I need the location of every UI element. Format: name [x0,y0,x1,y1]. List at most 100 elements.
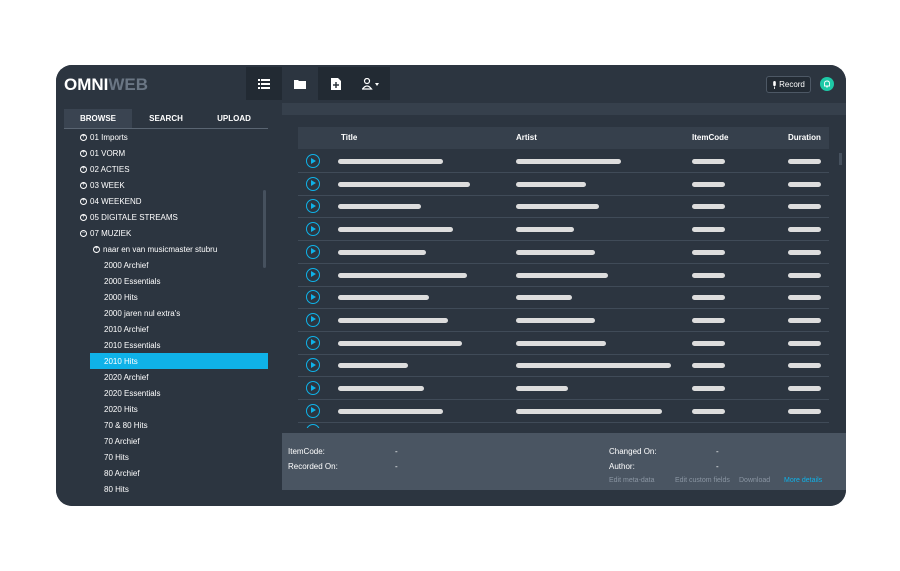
tree-item[interactable]: +03 WEEK [80,177,125,193]
duration-placeholder [788,272,821,278]
expand-icon[interactable]: + [80,213,87,221]
tab-search[interactable]: SEARCH [132,109,200,128]
col-artist[interactable]: Artist [516,133,537,142]
folder-button[interactable] [282,67,318,100]
edit-custom-fields-link[interactable]: Edit custom fields [675,477,730,484]
tree-item[interactable]: 2020 Hits [104,401,138,417]
tree-item-label: 2000 Hits [104,292,138,302]
tree-item[interactable]: 2000 Archief [104,257,148,273]
tree-item[interactable]: 2020 Essentials [104,385,160,401]
tree-item[interactable]: + naar en van musicmaster stubru [93,241,217,257]
table-scrollbar[interactable] [839,153,842,165]
artist-placeholder [516,317,595,323]
sidebar-scrollbar[interactable] [263,190,266,268]
expand-icon[interactable]: + [80,149,87,157]
play-icon[interactable] [306,222,320,237]
title-placeholder [338,181,470,187]
itemcode-placeholder [692,159,725,164]
table-row[interactable] [298,309,829,332]
play-icon[interactable] [306,176,320,191]
tree-item[interactable]: +02 ACTIES [80,161,130,177]
artist-placeholder [516,386,568,391]
app-window: OMNIWEB Record BROWSE SEARCH UPLOAD +01 … [56,65,846,506]
itemcode-placeholder [692,317,725,323]
tree-item[interactable]: 2010 Archief [104,321,148,337]
notifications-button[interactable] [820,77,834,91]
play-icon[interactable] [306,335,320,350]
play-icon[interactable] [306,154,320,168]
col-title[interactable]: Title [341,133,357,142]
tree-item[interactable]: 2010 Hits [90,353,268,369]
tree-item-label: 2000 Essentials [104,276,161,286]
tree-item[interactable]: 70 Hits [104,449,129,465]
play-icon[interactable] [306,381,320,395]
itemcode-placeholder [692,204,725,210]
itemcode-placeholder [692,295,725,301]
duration-placeholder [788,386,821,391]
folder-tree: +01 Imports +01 VORM +02 ACTIES +03 WEEK +04… [56,133,268,506]
user-dropdown-icon [362,77,379,90]
table-row[interactable] [298,400,829,423]
table-row[interactable] [298,354,829,378]
tree-item[interactable]: 2020 Archief [104,369,148,385]
play-icon[interactable] [306,267,320,282]
itemcode-placeholder [692,227,725,233]
col-duration[interactable]: Duration [788,133,821,142]
tree-item[interactable]: +04 WEEKEND [80,193,142,209]
itemcode-label: ItemCode: [288,447,325,456]
play-icon[interactable] [306,290,320,305]
table-row[interactable] [298,377,829,400]
itemcode-placeholder [692,363,725,369]
table-row[interactable] [298,218,829,242]
expand-icon[interactable]: + [80,133,87,141]
play-icon[interactable] [306,358,320,373]
table-row[interactable] [298,264,829,287]
list-view-button[interactable] [246,67,282,100]
tree-item-label: 2010 Archief [104,324,149,334]
play-icon[interactable] [306,424,320,429]
sidebar: BROWSE SEARCH UPLOAD +01 Imports +01 VORM… [56,103,278,506]
table-row[interactable] [298,150,829,173]
table-row[interactable] [298,173,829,196]
tree-item-label: 80 Archief [104,468,140,478]
record-button[interactable]: Record [766,76,811,93]
tree-item[interactable]: −07 MUZIEK [80,225,131,241]
play-icon[interactable] [306,312,320,327]
tree-item[interactable]: 2000 Hits [104,289,138,305]
expand-icon[interactable]: + [93,245,100,253]
tree-item[interactable]: 2010 Essentials [104,337,160,353]
tree-item-label: 2020 Essentials [104,388,161,398]
add-file-button[interactable] [318,67,354,100]
tab-browse[interactable]: BROWSE [64,109,132,128]
download-link[interactable]: Download [739,477,770,484]
more-details-link[interactable]: More details [784,477,822,484]
collapse-icon[interactable]: − [80,229,87,237]
table-row-partial[interactable] [298,422,829,429]
col-itemcode[interactable]: ItemCode [692,133,728,142]
user-menu-button[interactable] [354,67,390,100]
tree-item[interactable]: +01 Imports [80,133,128,145]
expand-icon[interactable]: + [80,181,87,189]
tree-item[interactable]: 80 Hits [104,481,129,497]
tree-item[interactable]: 70 & 80 Hits [104,417,148,433]
tree-item[interactable]: +01 VORM [80,145,125,161]
tree-item[interactable]: 80 Archief [104,465,140,481]
table-row[interactable] [298,332,829,355]
table-row[interactable] [298,195,829,219]
edit-metadata-link[interactable]: Edit meta-data [609,477,655,484]
play-icon[interactable] [306,199,320,214]
play-icon[interactable] [306,403,320,418]
tree-item[interactable]: 2000 jaren nul extra's [104,305,180,321]
duration-placeholder [788,340,821,346]
table-row[interactable] [298,286,829,310]
tree-item[interactable]: 2000 Essentials [104,273,160,289]
tree-item[interactable]: +05 DIGITALE STREAMS [80,209,178,225]
artist-placeholder [516,295,572,301]
expand-icon[interactable]: + [80,165,87,173]
itemcode-placeholder [692,181,725,187]
table-row[interactable] [298,241,829,264]
expand-icon[interactable]: + [80,197,87,205]
play-icon[interactable] [306,244,320,259]
tree-item[interactable]: 70 Archief [104,433,140,449]
tab-upload[interactable]: UPLOAD [200,109,268,128]
